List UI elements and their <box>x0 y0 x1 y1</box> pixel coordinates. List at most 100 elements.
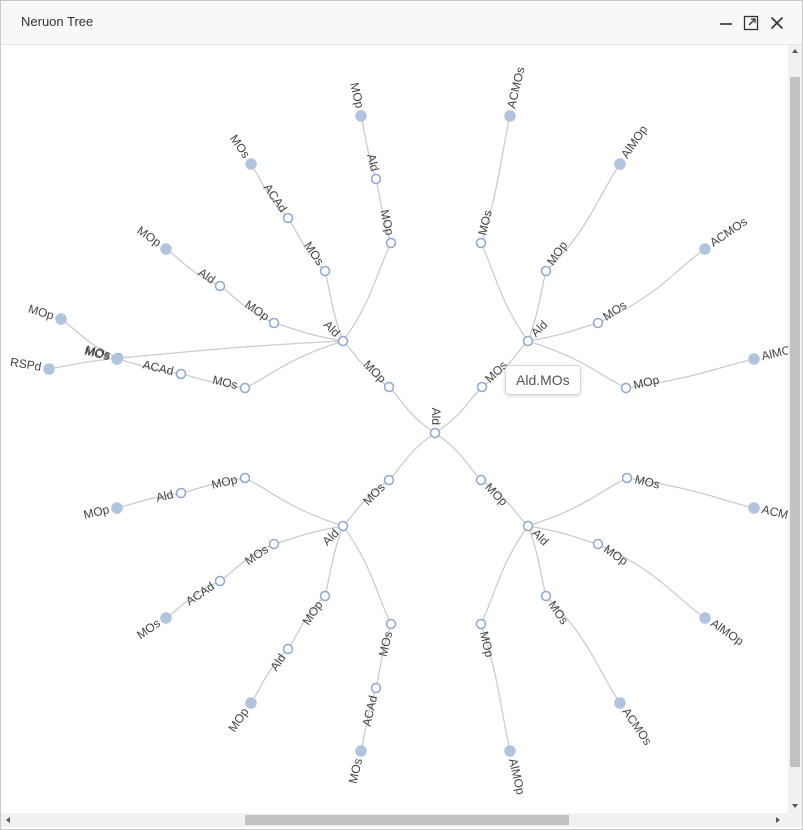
tree-node[interactable] <box>319 590 331 602</box>
leaf-node[interactable] <box>504 745 516 757</box>
close-icon[interactable] <box>767 13 787 33</box>
tree-node[interactable] <box>337 520 349 532</box>
scroll-left-arrow-icon[interactable] <box>6 817 10 823</box>
tree-node[interactable] <box>475 474 487 486</box>
tree-edge <box>244 340 344 389</box>
leaf-node[interactable] <box>245 158 257 170</box>
node-label: AlMOp <box>618 122 651 160</box>
leaf-node[interactable] <box>355 745 367 757</box>
tree-node[interactable] <box>175 368 187 380</box>
tree-node[interactable] <box>383 474 395 486</box>
tree-node[interactable] <box>540 590 552 602</box>
tree-node[interactable] <box>475 237 487 249</box>
node-label: ACMOs <box>707 214 750 249</box>
tree-edge <box>244 477 344 527</box>
node-label: Ald <box>155 487 175 505</box>
tree-node[interactable] <box>475 618 487 630</box>
tree-edge <box>527 477 628 527</box>
leaf-node[interactable] <box>43 363 55 375</box>
tree-node[interactable] <box>385 237 397 249</box>
tree-node[interactable] <box>370 173 382 185</box>
horizontal-scrollbar[interactable] <box>1 813 788 827</box>
tree-node[interactable] <box>621 472 633 484</box>
leaf-node[interactable] <box>504 110 516 122</box>
leaf-node[interactable] <box>614 697 626 709</box>
node-label: MOs <box>376 630 395 658</box>
tree-node[interactable] <box>268 538 280 550</box>
leaf-node[interactable] <box>748 502 760 514</box>
tree-node[interactable] <box>383 381 395 393</box>
node-label: MOs <box>242 542 271 568</box>
leaf-node[interactable] <box>245 697 257 709</box>
neuron-tree-window: Neruon Tree Ald MOs Ald MOs ACMOs MOp AlMOp MOs… <box>0 0 803 830</box>
node-label: MOp <box>347 81 367 110</box>
tree-node[interactable] <box>214 280 226 292</box>
node-label: MOp <box>225 705 251 735</box>
scroll-down-arrow-icon[interactable] <box>792 804 798 808</box>
node-label: ACAd <box>261 181 290 215</box>
node-label: ACAd <box>183 579 217 608</box>
leaf-node[interactable] <box>699 243 711 255</box>
tree-node[interactable] <box>282 212 294 224</box>
minimize-icon[interactable] <box>716 13 736 33</box>
leaf-node[interactable] <box>111 502 123 514</box>
node-tooltip: Ald.MOs <box>505 365 581 395</box>
leaf-node[interactable] <box>748 353 760 365</box>
leaf-node[interactable] <box>111 353 123 365</box>
node-label: MOs <box>633 472 661 491</box>
tree-node[interactable] <box>268 317 280 329</box>
node-label: RSPd <box>9 355 42 374</box>
tree-node[interactable] <box>337 335 349 347</box>
tree-edge <box>388 432 436 481</box>
vertical-scroll-thumb[interactable] <box>790 77 800 767</box>
vertical-scrollbar[interactable] <box>788 45 802 813</box>
node-label: MOs <box>346 757 365 785</box>
node-label: ACMOs <box>760 502 788 525</box>
node-label: ACAd <box>141 357 175 378</box>
tree-node[interactable] <box>476 381 488 393</box>
title-bar: Neruon Tree <box>1 1 802 45</box>
node-label: MOp <box>377 208 397 237</box>
tree-node[interactable] <box>522 335 534 347</box>
tree-node[interactable] <box>522 520 534 532</box>
tree-edge <box>117 340 344 359</box>
node-label: MOp <box>27 302 56 323</box>
tree-node[interactable] <box>620 382 632 394</box>
leaf-node[interactable] <box>160 612 172 624</box>
tree-node[interactable] <box>429 427 441 439</box>
node-label: Ald <box>429 408 443 425</box>
tree-edge <box>480 525 529 625</box>
tree-node[interactable] <box>319 265 331 277</box>
node-label: AlMOp <box>708 616 746 648</box>
node-label: AlMOp <box>506 757 528 796</box>
node-label: MOp <box>82 502 111 522</box>
radial-tree-diagram[interactable]: Ald MOs Ald MOs ACMOs MOp AlMOp MOs ACMOs MOp AlMO… <box>1 45 788 813</box>
tree-node[interactable] <box>370 682 382 694</box>
node-label: ACMOs <box>619 705 654 748</box>
leaf-node[interactable] <box>699 612 711 624</box>
tree-node[interactable] <box>214 575 226 587</box>
tree-node[interactable] <box>175 487 187 499</box>
leaf-node[interactable] <box>55 313 67 325</box>
tree-canvas[interactable]: Ald MOs Ald MOs ACMOs MOp AlMOp MOs ACMOs MOp AlMO… <box>1 45 788 813</box>
node-label: MOp <box>632 373 661 393</box>
horizontal-scroll-thumb[interactable] <box>245 815 569 825</box>
node-label: MOs <box>301 239 327 268</box>
tree-node[interactable] <box>239 382 251 394</box>
leaf-node[interactable] <box>160 243 172 255</box>
tree-node[interactable] <box>282 643 294 655</box>
scroll-up-arrow-icon[interactable] <box>792 49 798 53</box>
node-label: Ald <box>321 318 343 340</box>
tree-edge <box>388 386 436 434</box>
tree-node[interactable] <box>540 265 552 277</box>
node-label: MOs <box>600 298 629 324</box>
node-label: MOp <box>299 598 325 628</box>
tree-node[interactable] <box>592 317 604 329</box>
leaf-node[interactable] <box>355 110 367 122</box>
tree-node[interactable] <box>239 472 251 484</box>
tree-node[interactable] <box>592 538 604 550</box>
maximize-icon[interactable] <box>741 13 761 33</box>
leaf-node[interactable] <box>614 158 626 170</box>
scroll-right-arrow-icon[interactable] <box>776 817 780 823</box>
tree-node[interactable] <box>385 618 397 630</box>
